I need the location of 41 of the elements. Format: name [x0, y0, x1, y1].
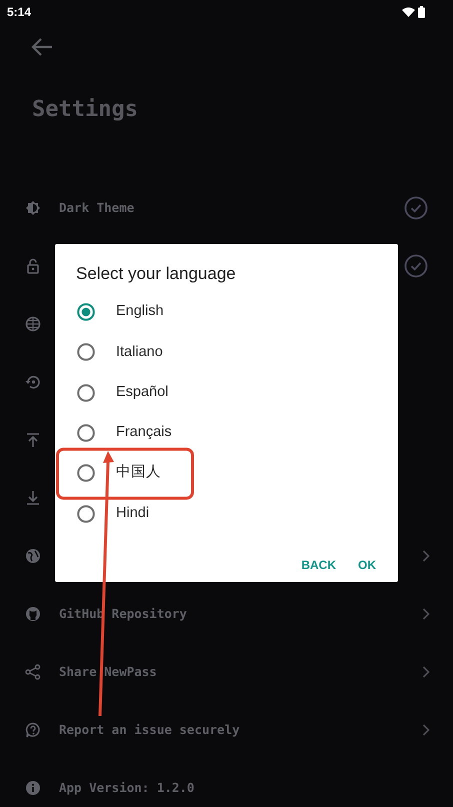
- earth-icon: [25, 548, 41, 564]
- download-icon: [25, 490, 41, 506]
- radio-button[interactable]: [76, 302, 96, 322]
- status-time: 5:14: [7, 4, 32, 21]
- radio-button[interactable]: [76, 463, 96, 484]
- language-option[interactable]: English: [55, 292, 398, 332]
- help-icon: [25, 722, 41, 738]
- radio-button[interactable]: [76, 423, 96, 444]
- upload-icon: [25, 432, 41, 448]
- info-icon: [25, 780, 41, 796]
- dialog-button[interactable]: OK: [356, 552, 378, 578]
- radio-button[interactable]: [76, 504, 96, 524]
- radio-button[interactable]: [76, 382, 96, 403]
- brightness-icon: [25, 200, 41, 216]
- language-option[interactable]: 中国人: [55, 453, 398, 494]
- language-option[interactable]: Italiano: [55, 332, 398, 373]
- github-icon: [25, 606, 41, 622]
- back-arrow-icon[interactable]: [31, 37, 53, 57]
- dialog-button[interactable]: BACK: [299, 552, 338, 578]
- battery-icon: [418, 6, 425, 18]
- language-option[interactable]: Español: [55, 372, 398, 413]
- chevron-right-icon: [422, 550, 430, 562]
- lock-icon: [25, 258, 41, 274]
- page-title: Settings: [32, 96, 138, 124]
- setting-label: App Version: 1.2.0: [59, 778, 196, 797]
- dialog-title: Select your language: [75, 263, 237, 285]
- share-icon: [25, 664, 41, 680]
- chevron-right-icon: [422, 724, 430, 736]
- language-option[interactable]: Hindi: [55, 493, 398, 534]
- setting-label: Share NewPass: [59, 662, 158, 681]
- restore-icon: [25, 374, 41, 390]
- setting-label: Dark Theme: [59, 198, 136, 217]
- check-circle-icon[interactable]: [404, 196, 428, 220]
- language-option[interactable]: Français: [55, 412, 398, 454]
- radio-button[interactable]: [76, 342, 96, 362]
- wifi-icon: [402, 7, 415, 17]
- check-circle-icon[interactable]: [404, 254, 428, 278]
- setting-label: Report an issue securely: [59, 720, 241, 739]
- globe-icon: [25, 316, 41, 332]
- chevron-right-icon: [422, 608, 430, 620]
- chevron-right-icon: [422, 666, 430, 678]
